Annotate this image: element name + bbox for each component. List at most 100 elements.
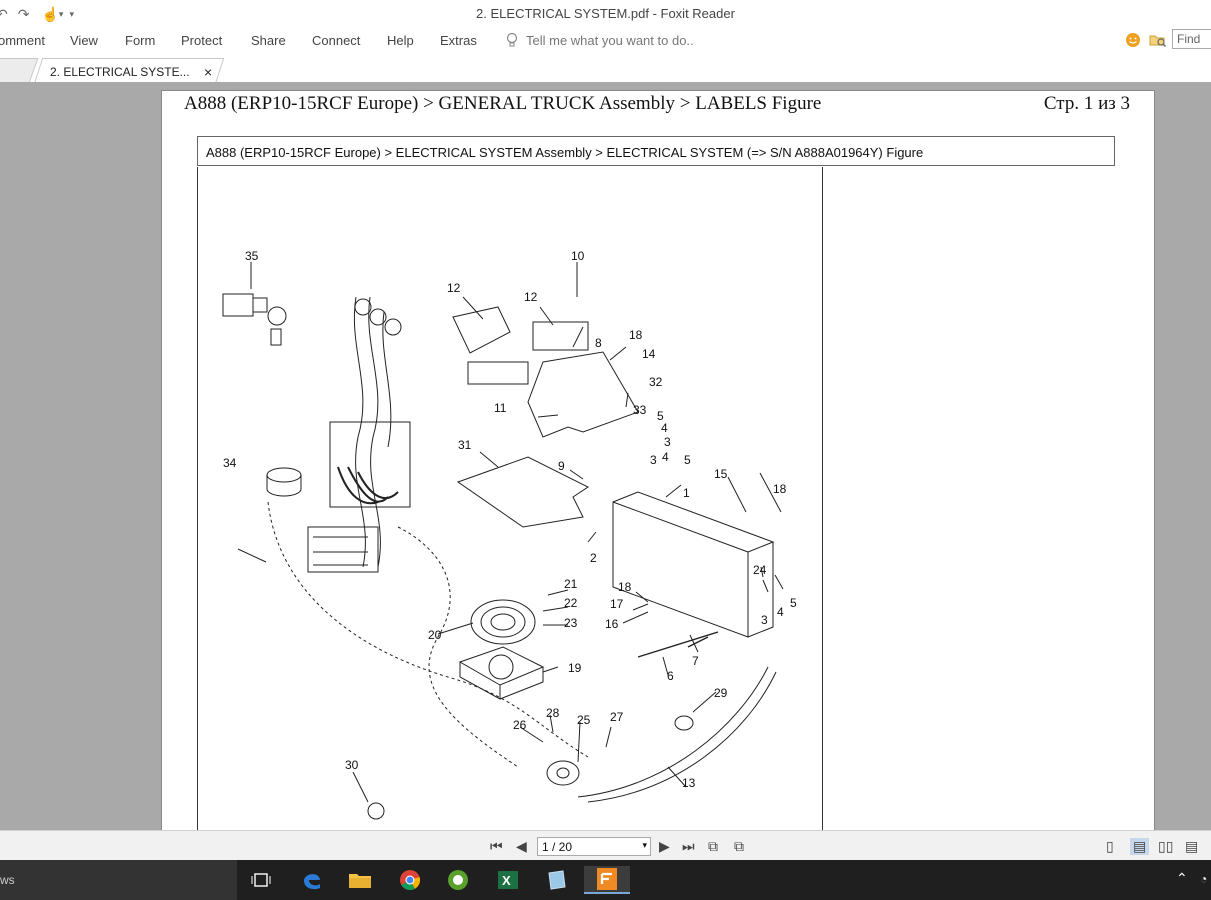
callout-33: 33 — [633, 403, 647, 417]
right-toolbar-icons — [1125, 32, 1167, 48]
callout-8: 8 — [595, 336, 602, 350]
callout-2: 2 — [590, 551, 597, 565]
excel-icon[interactable]: X — [490, 866, 526, 894]
find-input[interactable]: Find — [1172, 29, 1211, 49]
callout-34: 34 — [223, 456, 237, 470]
callout-31: 31 — [458, 438, 472, 452]
callout-5b: 5 — [684, 453, 691, 467]
callout-29: 29 — [714, 686, 728, 700]
callout-24: 24 — [753, 563, 767, 577]
callout-12: 12 — [447, 281, 461, 295]
edge-browser-icon[interactable] — [294, 866, 330, 894]
page-indicator: 1 / 20 — [542, 840, 573, 854]
notepad-icon[interactable] — [538, 866, 574, 894]
taskbar-search-area[interactable]: ws — [0, 860, 237, 900]
page-header-breadcrumb: A888 (ERP10-15RCF Europe) > GENERAL TRUC… — [184, 93, 822, 114]
callout-22: 22 — [564, 596, 578, 610]
file-explorer-icon[interactable] — [342, 866, 378, 894]
callout-18: 18 — [629, 328, 643, 342]
callout-11: 11 — [494, 401, 507, 415]
callout-3: 3 — [664, 435, 671, 449]
callout-18c: 18 — [618, 580, 632, 594]
menu-view[interactable]: View — [70, 33, 98, 48]
previous-page-icon[interactable]: ◀ — [516, 838, 527, 855]
callout-3b: 3 — [650, 453, 657, 467]
callout-23: 23 — [564, 616, 578, 630]
callout-25: 25 — [577, 713, 591, 727]
single-page-icon[interactable]: ▯ — [1106, 838, 1114, 855]
callout-18b: 18 — [773, 482, 787, 496]
chevron-up-icon[interactable]: ⌃ — [1176, 870, 1188, 887]
chevron-down-icon[interactable]: ▾ — [642, 840, 647, 851]
callout-32: 32 — [649, 375, 663, 389]
title-bar: ↶ ↷ ☝ ▾ ▾ 2. ELECTRICAL SYSTEM.pdf - Fox… — [0, 0, 1211, 28]
windows-taskbar: ws X ⌃ ◔ — [0, 860, 1211, 900]
foxit-reader-icon[interactable] — [584, 866, 630, 894]
first-page-icon[interactable]: ⏮ — [490, 838, 503, 855]
menu-comment[interactable]: omment — [0, 33, 45, 48]
menu-connect[interactable]: Connect — [312, 33, 360, 48]
exploded-parts-diagram: 35 10 12 12 8 18 14 32 11 33 5 4 3 3 4 5 — [222, 249, 797, 820]
key-switch-part — [222, 293, 287, 346]
page-number-label: Стр. 1 из 3 — [1043, 93, 1130, 114]
callout-30: 30 — [345, 758, 359, 772]
page-number-input[interactable]: 1 / 20 ▾ — [537, 837, 651, 856]
callout-5c: 5 — [790, 596, 797, 610]
callout-35: 35 — [245, 249, 259, 263]
document-tab-bar: 2. ELECTRICAL SYSTE... × — [0, 54, 1211, 84]
callout-26: 26 — [513, 718, 527, 732]
callout-27: 27 — [610, 710, 624, 724]
task-view-icon[interactable] — [243, 866, 279, 894]
menu-bar: omment View Form Protect Share Connect H… — [0, 28, 1211, 54]
tell-me-box[interactable]: Tell me what you want to do.. — [506, 32, 694, 48]
callout-20: 20 — [428, 628, 442, 642]
tell-me-placeholder: Tell me what you want to do.. — [526, 32, 694, 48]
last-page-icon[interactable]: ⏭ — [682, 838, 695, 855]
menu-protect[interactable]: Protect — [181, 33, 222, 48]
menu-form[interactable]: Form — [125, 33, 155, 48]
continuous-page-icon[interactable]: ▤ — [1130, 838, 1150, 855]
smiley-feedback-icon[interactable] — [1125, 32, 1141, 48]
callout-7: 7 — [692, 654, 699, 668]
facing-page-icon[interactable]: ▯▯ — [1158, 838, 1173, 855]
figure-frame: 35 10 12 12 8 18 14 32 11 33 5 4 3 3 4 5 — [197, 167, 823, 830]
tab-label: 2. ELECTRICAL SYSTE... — [50, 65, 190, 79]
chrome-icon[interactable] — [392, 866, 428, 894]
menu-share[interactable]: Share — [251, 33, 286, 48]
network-icon[interactable]: ◔ — [1200, 872, 1207, 886]
search-text: ws — [0, 873, 15, 887]
next-view-icon[interactable]: ⧉ — [734, 838, 744, 855]
callout-13: 13 — [682, 776, 696, 790]
previous-tab[interactable] — [0, 58, 39, 83]
callout-21: 21 — [564, 577, 578, 591]
previous-view-icon[interactable]: ⧉ — [708, 838, 718, 855]
callout-17: 17 — [610, 597, 624, 611]
callout-3c: 3 — [761, 613, 768, 627]
tab-close-icon[interactable]: × — [204, 64, 212, 80]
callout-6: 6 — [667, 669, 674, 683]
callout-19: 19 — [568, 661, 582, 675]
callout-10: 10 — [571, 249, 585, 263]
next-page-icon[interactable]: ▶ — [659, 838, 670, 855]
svg-text:X: X — [502, 873, 511, 888]
lightbulb-icon — [506, 32, 518, 47]
callout-4b: 4 — [662, 450, 669, 464]
callout-28: 28 — [546, 706, 560, 720]
callout-4: 4 — [661, 421, 668, 435]
status-bar: ⏮ ◀ 1 / 20 ▾ ▶ ⏭ ⧉ ⧉ ▯ ▤ ▯▯ ▤ — [0, 830, 1211, 861]
callout-15: 15 — [714, 467, 728, 481]
pdf-page: A888 (ERP10-15RCF Europe) > GENERAL TRUC… — [161, 90, 1155, 830]
continuous-facing-icon[interactable]: ▤ — [1185, 838, 1198, 855]
callout-12b: 12 — [524, 290, 538, 304]
callout-9: 9 — [558, 459, 565, 473]
folder-search-icon[interactable] — [1149, 32, 1167, 48]
window-title: 2. ELECTRICAL SYSTEM.pdf - Foxit Reader — [476, 6, 735, 21]
callout-14: 14 — [642, 347, 656, 361]
menu-help[interactable]: Help — [387, 33, 414, 48]
green-app-icon[interactable] — [440, 866, 476, 894]
callout-16: 16 — [605, 617, 619, 631]
figure-title: A888 (ERP10-15RCF Europe) > ELECTRICAL S… — [197, 136, 1115, 166]
document-viewer[interactable]: A888 (ERP10-15RCF Europe) > GENERAL TRUC… — [0, 82, 1211, 830]
callout-1: 1 — [683, 486, 690, 500]
menu-extras[interactable]: Extras — [440, 33, 477, 48]
